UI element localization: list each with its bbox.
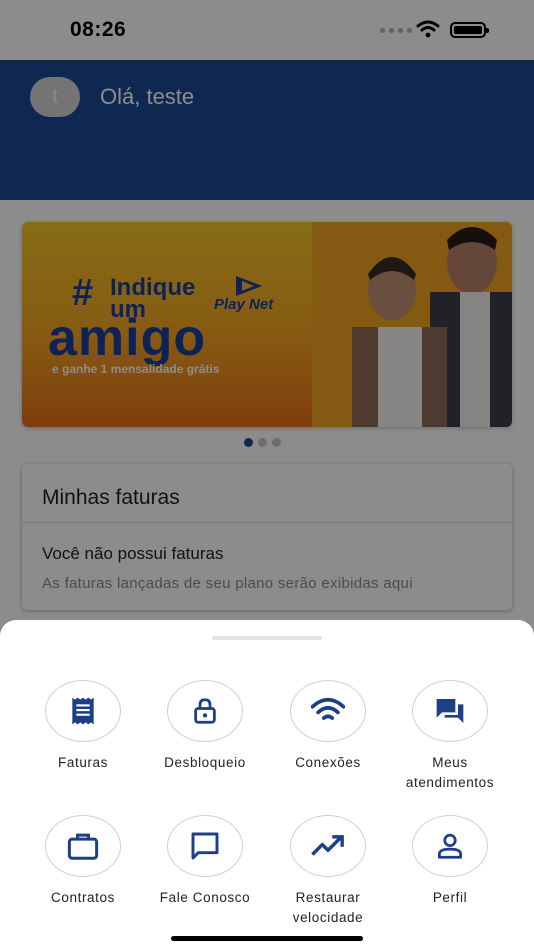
menu-item-label: Perfil bbox=[432, 890, 468, 905]
menu-item-button[interactable] bbox=[167, 680, 243, 742]
menu-item-desbloqueio[interactable]: Desbloqueio bbox=[144, 680, 266, 773]
sheet-drag-handle[interactable] bbox=[212, 636, 322, 640]
menu-item-button[interactable] bbox=[45, 815, 121, 877]
briefcase-icon bbox=[67, 833, 99, 860]
menu-item-label: Meus atendimentos bbox=[405, 755, 495, 790]
menu-item-meus-atendimentos[interactable]: Meus atendimentos bbox=[389, 680, 511, 793]
menu-item-button[interactable] bbox=[412, 680, 488, 742]
menu-item-label: Desbloqueio bbox=[164, 755, 246, 770]
menu-item-label: Contratos bbox=[51, 890, 115, 905]
bottom-sheet: Faturas Desbloqueio Conexões Meus atendi… bbox=[0, 620, 534, 950]
chat-bubbles-icon bbox=[436, 699, 464, 723]
menu-item-perfil[interactable]: Perfil bbox=[389, 815, 511, 908]
menu-item-button[interactable] bbox=[290, 815, 366, 877]
person-icon bbox=[438, 833, 462, 859]
home-indicator[interactable] bbox=[171, 936, 363, 941]
receipt-icon bbox=[72, 697, 94, 725]
menu-item-label: Fale Conosco bbox=[159, 890, 251, 905]
menu-item-fale-conosco[interactable]: Fale Conosco bbox=[144, 815, 266, 908]
message-icon bbox=[191, 832, 219, 860]
menu-item-label: Conexões bbox=[295, 755, 361, 770]
menu-item-button[interactable] bbox=[167, 815, 243, 877]
menu-item-button[interactable] bbox=[412, 815, 488, 877]
menu-item-restaurar-velocidade[interactable]: Restaurar velocidade bbox=[267, 815, 389, 928]
menu-item-label: Faturas bbox=[58, 755, 108, 770]
menu-item-label: Restaurar velocidade bbox=[292, 890, 364, 925]
unlock-icon bbox=[194, 698, 216, 724]
wifi-icon bbox=[311, 697, 345, 720]
app-screen: 08:26 t Olá, teste # Indique um amigo e … bbox=[0, 0, 534, 950]
menu-item-faturas[interactable]: Faturas bbox=[22, 680, 144, 773]
menu-item-button[interactable] bbox=[45, 680, 121, 742]
trending-up-icon bbox=[311, 835, 344, 856]
menu-item-button[interactable] bbox=[290, 680, 366, 742]
menu-item-contratos[interactable]: Contratos bbox=[22, 815, 144, 908]
menu-item-conexoes[interactable]: Conexões bbox=[267, 680, 389, 773]
